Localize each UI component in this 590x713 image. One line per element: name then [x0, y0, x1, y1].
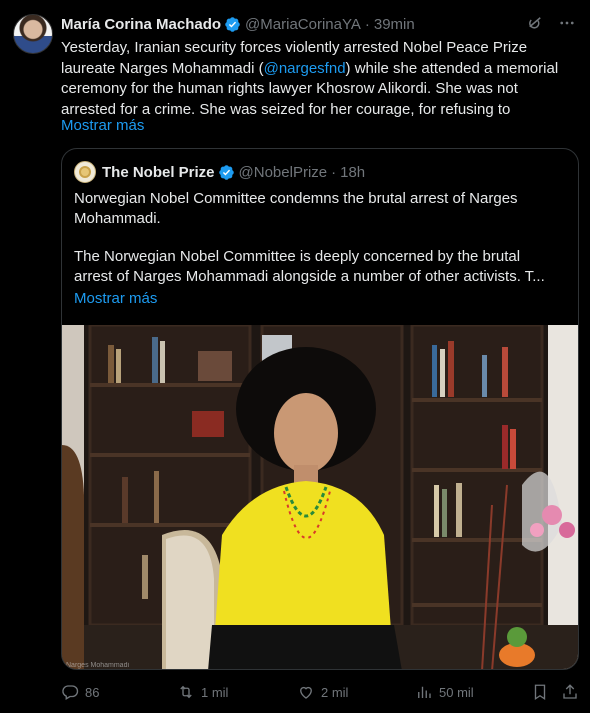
- share-icon: [563, 684, 577, 699]
- separator: ·: [331, 163, 337, 181]
- share-button[interactable]: [561, 680, 585, 704]
- more-dots-icon[interactable]: [558, 14, 576, 32]
- like-button[interactable]: 2 mil: [297, 680, 348, 704]
- repost-button[interactable]: 1 mil: [177, 680, 228, 704]
- repost-count: 1 mil: [201, 684, 229, 700]
- like-count: 2 mil: [321, 684, 349, 700]
- quote-line: Mohammadi.: [74, 210, 161, 227]
- tweet-actions: 86 1 mil 2 mil 50 mil: [61, 680, 581, 704]
- quote-photo[interactable]: Narges Mohammadi: [62, 325, 578, 669]
- nobel-medal-icon: [79, 166, 91, 178]
- quote-header: The Nobel Prize @NobelPrize · 18h: [74, 161, 365, 183]
- views-button[interactable]: 50 mil: [415, 680, 474, 704]
- show-more-link[interactable]: Mostrar más: [61, 117, 144, 134]
- reply-icon: [62, 685, 79, 700]
- quote-author-name[interactable]: The Nobel Prize: [102, 164, 215, 181]
- quoted-tweet[interactable]: The Nobel Prize @NobelPrize · 18h Norweg…: [61, 148, 579, 670]
- quote-text: Norwegian Nobel Committee condemns the b…: [74, 189, 568, 287]
- author-name[interactable]: María Corina Machado: [61, 16, 221, 33]
- portrait-image: [62, 325, 578, 669]
- reply-count: 86: [85, 684, 100, 700]
- views-count: 50 mil: [439, 684, 474, 700]
- separator: ·: [364, 15, 370, 33]
- views-icon: [418, 686, 431, 698]
- heart-icon: [300, 686, 312, 699]
- tweet-header: María Corina Machado @MariaCorinaYA · 39…: [61, 14, 415, 34]
- quote-author-handle[interactable]: @NobelPrize: [239, 164, 328, 181]
- quote-show-more-link[interactable]: Mostrar más: [74, 290, 157, 307]
- quote-line: arrest of Narges Mohammadi alongside a n…: [74, 268, 545, 285]
- repost-icon: [180, 685, 192, 699]
- bookmark-icon: [534, 684, 546, 701]
- tweet-text: Yesterday, Iranian security forces viole…: [61, 38, 576, 120]
- tweet[interactable]: María Corina Machado @MariaCorinaYA · 39…: [0, 0, 590, 713]
- quote-time[interactable]: 18h: [340, 164, 365, 181]
- mention-link[interactable]: @nargesfnd: [264, 60, 346, 77]
- verified-badge-icon: [218, 164, 234, 180]
- quote-avatar[interactable]: [74, 161, 96, 183]
- quote-line: The Norwegian Nobel Committee is deeply …: [74, 248, 521, 265]
- author-avatar[interactable]: [13, 14, 53, 54]
- bookmark-button[interactable]: [531, 680, 555, 704]
- tweet-time[interactable]: 39min: [374, 16, 415, 33]
- grok-icon[interactable]: [526, 14, 544, 32]
- tweet-top-icons: [526, 14, 576, 32]
- quote-line: Norwegian Nobel Committee condemns the b…: [74, 190, 518, 207]
- reply-button[interactable]: 86: [61, 680, 99, 704]
- verified-badge-icon: [225, 16, 240, 32]
- photo-caption: Narges Mohammadi: [66, 662, 130, 669]
- author-handle[interactable]: @MariaCorinaYA: [245, 16, 361, 33]
